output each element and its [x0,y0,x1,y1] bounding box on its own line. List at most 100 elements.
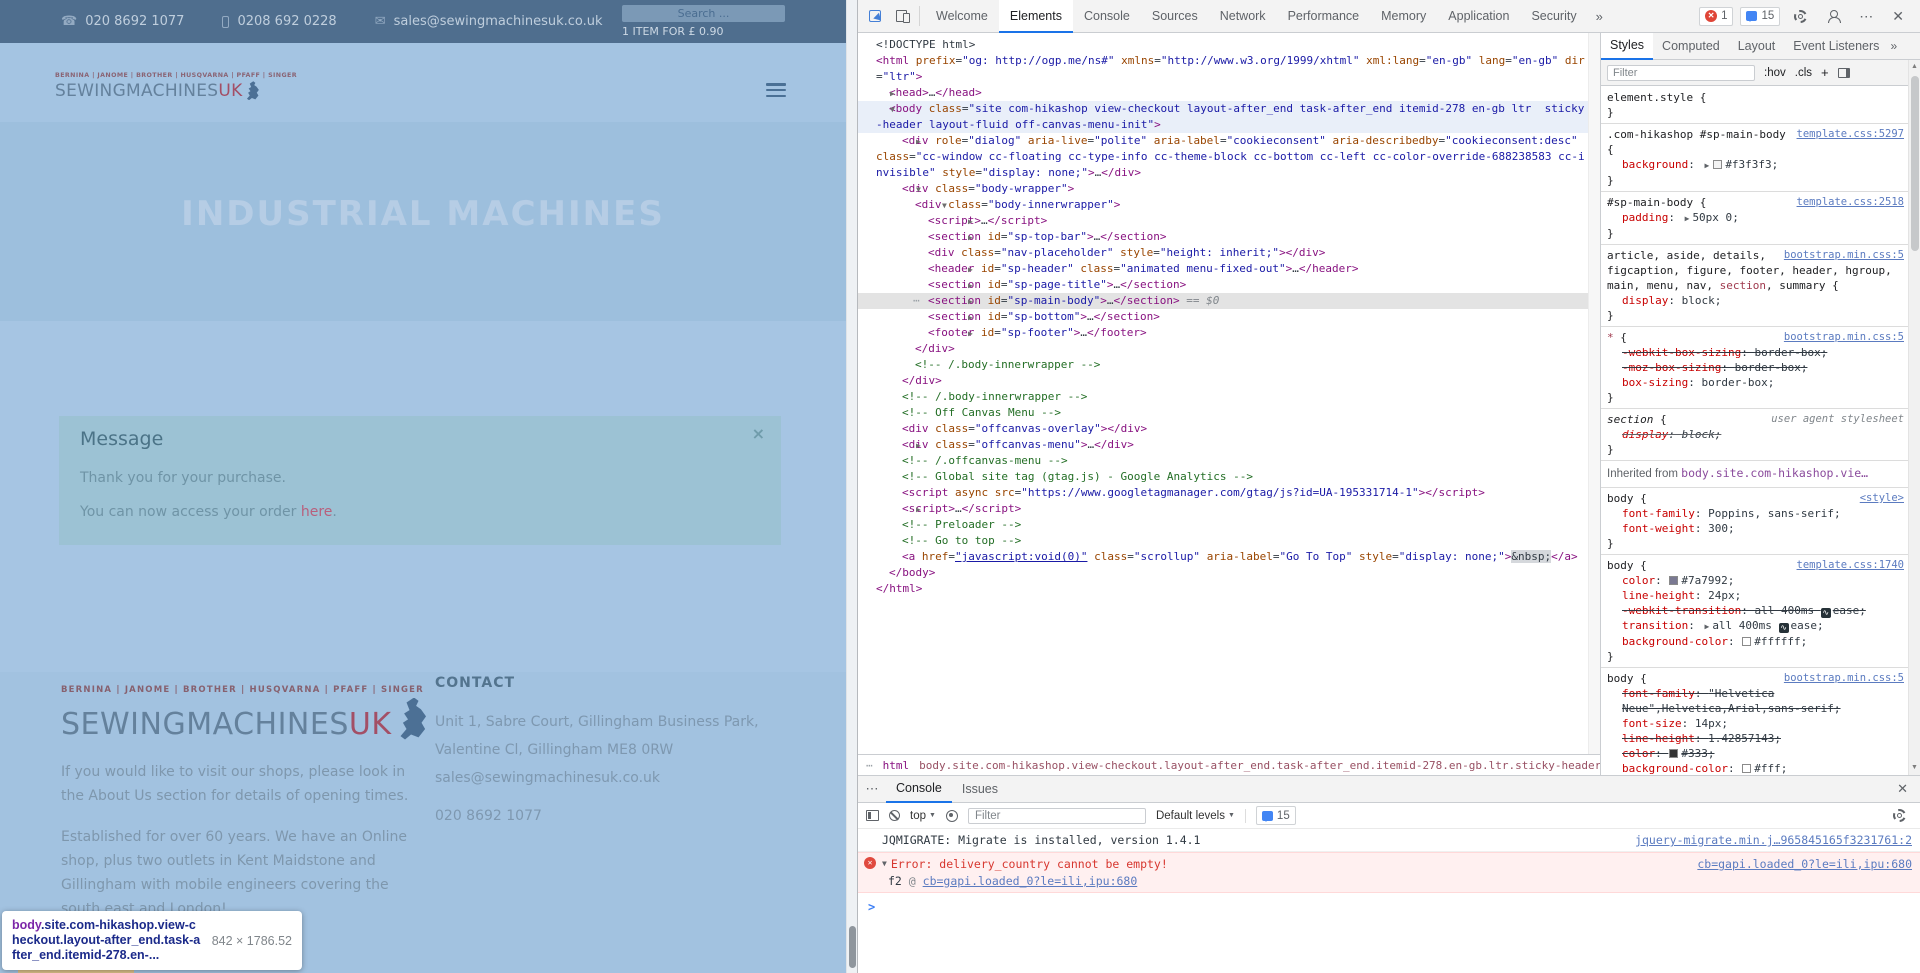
breadcrumb-item[interactable]: ⋯ [866,759,873,772]
collapse-arrow-icon[interactable]: ▼ [890,182,921,198]
error-count-badge[interactable]: ✕1 [1699,7,1733,26]
console-settings-icon[interactable] [1886,803,1912,829]
dom-tree-line[interactable]: ▶<section id="sp-bottom">…</section> [858,309,1588,325]
stylesheet-source-link[interactable]: template.css:2518 [1797,195,1904,210]
expand-arrow-icon[interactable]: ▶ [890,134,921,150]
styles-more-tabs-icon[interactable]: » [1890,39,1897,53]
css-declaration[interactable]: background: ▶#f3f3f3; [1607,157,1904,173]
color-swatch[interactable] [1742,637,1751,646]
line-gutter-menu-icon[interactable]: ⋯ [861,293,919,309]
dom-tree-line[interactable]: </body> [858,565,1588,581]
css-rule[interactable]: template.css:2518#sp-main-body {padding:… [1601,192,1908,245]
expand-error-icon[interactable]: ▼ [882,859,887,868]
css-declaration[interactable]: font-family: "Helvetica Neue",Helvetica,… [1607,686,1904,716]
css-declaration[interactable]: -webkit-box-sizing: border-box; [1607,345,1904,360]
console-close-icon[interactable]: ✕ [1885,781,1920,797]
css-declaration[interactable]: line-height: 1.42857143; [1607,731,1904,746]
expand-arrow-icon[interactable]: ▶ [877,86,895,102]
dom-tree-line[interactable]: <html prefix="og: http://ogp.me/ns#" xml… [858,53,1588,85]
devtools-tab-network[interactable]: Network [1209,0,1277,33]
settings-gear-icon[interactable] [1787,3,1813,29]
expand-arrow-icon[interactable]: ▶ [916,278,973,294]
message-close-icon[interactable]: × [752,424,765,443]
dom-tree-line[interactable]: ▶<div class="offcanvas-menu">…</div> [858,437,1588,453]
breadcrumb-item[interactable]: html [883,759,910,772]
footer-email[interactable]: sales@sewingmachinesuk.co.uk [435,764,759,792]
stylesheet-source-link[interactable]: <style> [1860,491,1904,506]
css-rule[interactable]: template.css:1740body {color: #7a7992;li… [1601,555,1908,668]
dom-tree-line[interactable]: ▼<div class="body-wrapper"> [858,181,1588,197]
devtools-tab-application[interactable]: Application [1437,0,1520,33]
console-prompt[interactable]: > [858,893,1920,914]
toggle-sidebar-icon[interactable] [1838,68,1850,78]
styles-filter-input[interactable]: Filter [1607,65,1755,81]
expand-arrow-icon[interactable]: ▶ [916,230,973,246]
css-declaration[interactable]: -moz-box-sizing: border-box; [1607,360,1904,375]
expand-arrow-icon[interactable]: ▶ [916,326,973,342]
stylesheet-source-link[interactable]: bootstrap.min.css:5 [1784,330,1904,345]
expand-arrow-icon[interactable]: ▶ [890,502,921,518]
css-declaration[interactable]: font-family: Poppins, sans-serif; [1607,506,1904,521]
css-rule[interactable]: bootstrap.min.css:5* {-webkit-box-sizing… [1601,327,1908,409]
css-declaration[interactable]: font-weight: 300; [1607,521,1904,536]
devtools-tab-elements[interactable]: Elements [999,0,1073,33]
inspect-element-icon[interactable] [862,3,888,29]
styles-tab-styles[interactable]: Styles [1601,33,1653,60]
styles-tab-computed[interactable]: Computed [1653,33,1729,60]
css-declaration[interactable]: font-size: 14px; [1607,716,1904,731]
stylesheet-source-link[interactable]: bootstrap.min.css:5 [1784,248,1904,263]
css-rule[interactable]: <style>body {font-family: Poppins, sans-… [1601,488,1908,555]
console-messages-badge[interactable]: 15 [1256,806,1296,825]
dom-tree-line[interactable]: <!-- /.offcanvas-menu --> [858,453,1588,469]
search-input[interactable]: Search ... [622,5,785,22]
console-log-row[interactable]: JQMIGRATE: Migrate is installed, version… [858,829,1920,852]
issues-count-badge[interactable]: 15 [1740,7,1780,26]
class-toggle[interactable]: .cls [1795,67,1812,79]
dom-tree-line[interactable]: ▶<header id="sp-header" class="animated … [858,261,1588,277]
dom-tree-line[interactable]: <!DOCTYPE html> [858,37,1588,53]
color-swatch[interactable] [1742,764,1751,773]
dom-tree-line[interactable]: <!-- /.body-innerwrapper --> [858,389,1588,405]
expand-arrow-icon[interactable]: ▶ [916,214,973,230]
css-declaration[interactable]: display: block; [1607,427,1904,442]
expand-arrow-icon[interactable]: ▶ [890,438,921,454]
css-declaration[interactable]: background-color: #fff; [1607,761,1904,775]
devtools-tab-welcome[interactable]: Welcome [925,0,999,33]
log-levels-dropdown[interactable]: Default levels▼ [1156,810,1235,822]
console-context-selector[interactable]: top▼ [910,810,936,822]
console-error-row[interactable]: ✕▼Error: delivery_country cannot be empt… [858,852,1920,893]
dom-tree-line[interactable]: ▶<div role="dialog" aria-live="polite" a… [858,133,1588,181]
expand-arrow-icon[interactable]: ▶ [916,294,973,310]
dom-tree-line[interactable]: <script async src="https://www.googletag… [858,485,1588,501]
expand-arrow-icon[interactable]: ▶ [916,310,973,326]
console-sidebar-icon[interactable] [866,810,879,821]
topbar-email[interactable]: ✉sales@sewingmachinesuk.co.uk [375,14,603,29]
css-rule[interactable]: bootstrap.min.css:5article, aside, detai… [1601,245,1908,327]
devtools-tab-security[interactable]: Security [1520,0,1587,33]
hover-state-toggle[interactable]: :hov [1764,67,1786,79]
dom-tree-line[interactable]: ⋯▶<section id="sp-main-body">…</section>… [858,293,1588,309]
color-swatch[interactable] [1669,749,1678,758]
expand-arrow-icon[interactable]: ▶ [916,262,973,278]
dom-tree-line[interactable]: ▶<section id="sp-page-title">…</section> [858,277,1588,293]
styles-scrollbar-thumb[interactable] [1911,76,1919,251]
css-declaration[interactable]: color: #333; [1607,746,1904,761]
bezier-curve-icon[interactable]: ∿ [1779,623,1789,633]
dom-tree-line[interactable]: </div> [858,373,1588,389]
css-declaration[interactable]: -webkit-transition: all 400ms ∿ease; [1607,603,1904,618]
clear-console-icon[interactable] [889,810,900,821]
dom-tree-line[interactable]: ▶<footer id="sp-footer">…</footer> [858,325,1588,341]
css-declaration[interactable]: box-sizing: border-box; [1607,375,1904,390]
css-declaration[interactable]: padding: ▶50px 0; [1607,210,1904,226]
scroll-down-icon[interactable]: ▼ [1909,761,1920,775]
dom-tree-line[interactable]: ▼<body class="site com-hikashop view-che… [858,101,1588,133]
elements-scrollbar[interactable] [1588,33,1600,754]
console-tab-console[interactable]: Console [886,776,952,803]
dom-tree-line[interactable]: <!-- Global site tag (gtag.js) - Google … [858,469,1588,485]
css-rule[interactable]: user agent stylesheetsection {display: b… [1601,409,1908,461]
stylesheet-source-link[interactable]: template.css:5297 [1797,127,1904,142]
css-declaration[interactable]: display: block; [1607,293,1904,308]
color-swatch[interactable] [1713,160,1722,169]
css-declaration[interactable]: transition: ▶all 400ms ∿ease; [1607,618,1904,634]
dom-tree-line[interactable]: <!-- /.body-innerwrapper --> [858,357,1588,373]
